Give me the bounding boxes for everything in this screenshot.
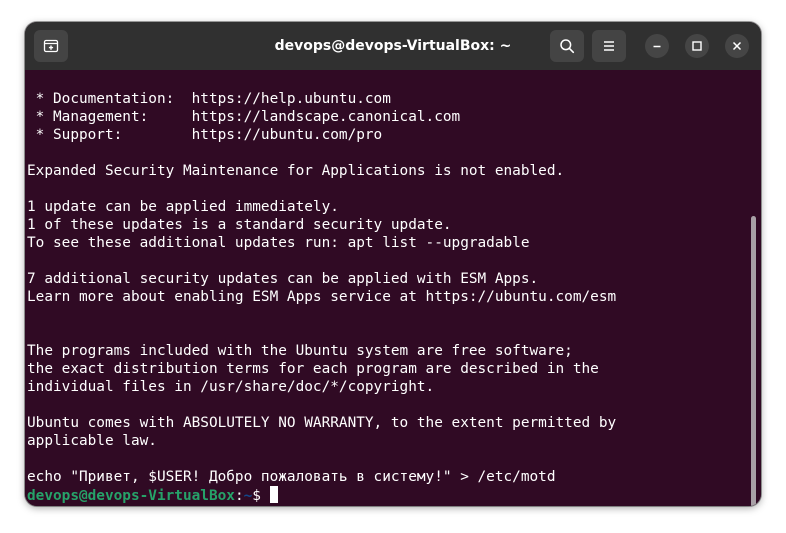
- hamburger-menu-icon: [604, 41, 614, 51]
- terminal-line: 7 additional security updates can be app…: [27, 271, 539, 287]
- search-button[interactable]: [550, 30, 584, 62]
- prompt-symbol: $: [252, 488, 261, 504]
- scrollbar[interactable]: [751, 216, 756, 506]
- close-button[interactable]: [725, 34, 749, 58]
- terminal-line: Expanded Security Maintenance for Applic…: [27, 163, 565, 179]
- maximize-icon: [692, 41, 702, 51]
- terminal-line: echo "Привет, $USER! Добро пожаловать в …: [27, 469, 556, 485]
- prompt-colon: :: [234, 488, 244, 504]
- terminal-line: the exact distribution terms for each pr…: [27, 361, 599, 377]
- terminal-output[interactable]: * Documentation: https://help.ubuntu.com…: [25, 70, 761, 506]
- menu-button[interactable]: [592, 30, 626, 62]
- new-tab-button[interactable]: [34, 30, 68, 62]
- terminal-line: Ubuntu comes with ABSOLUTELY NO WARRANTY…: [27, 415, 617, 431]
- terminal-line: * Documentation: https://help.ubuntu.com: [27, 91, 391, 107]
- terminal-line: To see these additional updates run: apt…: [27, 235, 530, 251]
- prompt-user-host: devops@devops-VirtualBox: [27, 488, 235, 504]
- terminal-line: applicable law.: [27, 433, 157, 449]
- minimize-icon: [653, 45, 661, 48]
- maximize-button[interactable]: [685, 34, 709, 58]
- title-bar[interactable]: devops@devops-VirtualBox: ~: [25, 22, 761, 70]
- search-icon: [560, 39, 575, 54]
- new-tab-icon: [43, 39, 59, 53]
- prompt-path: ~: [243, 488, 253, 504]
- terminal-line: 1 of these updates is a standard securit…: [27, 217, 452, 233]
- terminal-line: Learn more about enabling ESM Apps servi…: [27, 289, 617, 305]
- terminal-line: 1 update can be applied immediately.: [27, 199, 339, 215]
- minimize-button[interactable]: [645, 34, 669, 58]
- text-cursor: [269, 486, 278, 503]
- shell-prompt[interactable]: devops@devops-VirtualBox:~$: [27, 486, 278, 504]
- window-title: devops@devops-VirtualBox: ~: [274, 38, 512, 54]
- terminal-line: * Support: https://ubuntu.com/pro: [27, 127, 383, 143]
- terminal-window: devops@devops-VirtualBox: ~ * Documentat…: [25, 22, 761, 506]
- close-icon: [732, 41, 742, 51]
- terminal-line: * Management: https://landscape.canonica…: [27, 109, 461, 125]
- terminal-line: The programs included with the Ubuntu sy…: [27, 343, 573, 359]
- terminal-line: individual files in /usr/share/doc/*/cop…: [27, 379, 435, 395]
